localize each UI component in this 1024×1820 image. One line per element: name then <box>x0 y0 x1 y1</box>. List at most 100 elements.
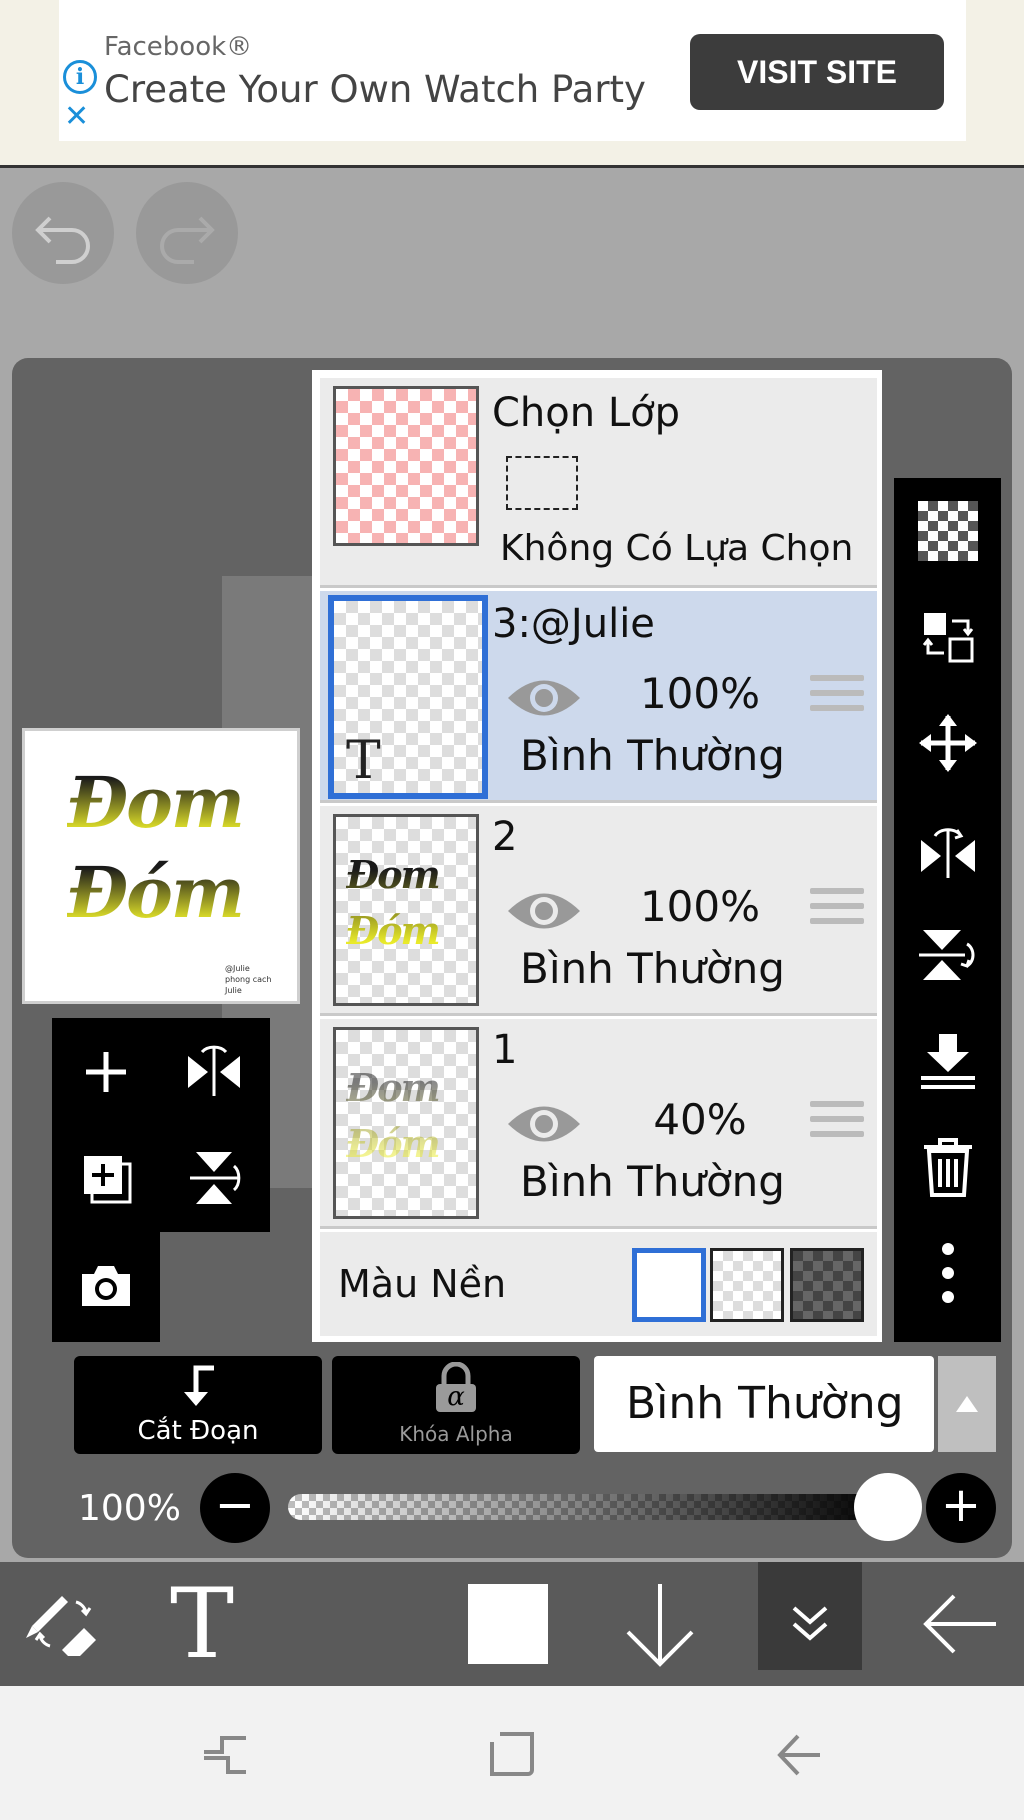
clipping-label: Cắt Đoạn <box>137 1416 259 1446</box>
color-swatch-button[interactable] <box>468 1584 548 1664</box>
clipping-button[interactable]: Cắt Đoạn <box>74 1356 322 1454</box>
flip-vertical-icon <box>190 1152 241 1204</box>
merge-down-button[interactable] <box>894 1008 1001 1114</box>
camera-icon <box>82 1266 130 1306</box>
layer-opacity: 100% <box>639 882 761 931</box>
arrow-down-icon <box>626 1584 694 1667</box>
flip-horizontal-button[interactable] <box>160 1018 268 1126</box>
layer-thumb: Đom Đóm <box>333 814 479 1006</box>
swap-layer-button[interactable] <box>894 584 1001 690</box>
layer-blend-mode: Bình Thường <box>520 731 785 780</box>
ad-info-icon[interactable]: i <box>63 60 97 94</box>
ad-title[interactable]: Create Your Own Watch Party <box>104 68 646 111</box>
ad-close-icon[interactable]: ✕ <box>64 100 89 134</box>
drag-handle-icon[interactable] <box>810 1101 864 1146</box>
layer-down-button[interactable] <box>622 1580 698 1668</box>
layer-thumb-art: Đom Đóm <box>346 1060 466 1172</box>
duplicate-layer-button[interactable] <box>52 1124 160 1232</box>
redo-button[interactable] <box>136 182 238 284</box>
add-layer-button[interactable] <box>52 1018 160 1126</box>
preview-caption: @Julie phong cach Julie <box>225 964 272 995</box>
back-button[interactable] <box>920 1592 1000 1656</box>
blend-mode-value: Bình Thường <box>626 1378 904 1429</box>
opacity-increase-button[interactable]: + <box>926 1473 996 1543</box>
brush-eraser-button[interactable] <box>18 1580 106 1668</box>
preview-art-line1: Đom <box>67 761 245 844</box>
arrow-left-icon <box>923 1594 996 1654</box>
layer-tools-left-lower <box>52 1232 160 1342</box>
layer-name: 3:@Julie <box>492 601 655 647</box>
layer-opacity: 40% <box>653 1095 747 1144</box>
selection-layer-row[interactable]: Chọn Lớp Không Có Lựa Chọn <box>320 378 877 588</box>
opacity-slider-knob[interactable] <box>854 1473 922 1541</box>
background-color-label: Màu Nền <box>338 1262 507 1306</box>
flip-vertical-right-button[interactable] <box>894 902 1001 1008</box>
recent-apps-icon <box>204 1736 246 1774</box>
canvas-preview[interactable]: Đom Đóm @Julie phong cach Julie <box>22 728 300 1004</box>
text-tool-button[interactable]: T <box>170 1562 234 1686</box>
duplicate-layer-icon <box>84 1156 132 1204</box>
flip-horizontal-icon <box>920 828 975 878</box>
flip-horizontal-right-button[interactable] <box>894 796 1001 902</box>
flip-horizontal-icon <box>188 1045 240 1096</box>
selection-status: Không Có Lựa Chọn <box>500 528 854 569</box>
layer-blend-mode: Bình Thường <box>520 944 785 993</box>
layer-thumb: Đom Đóm <box>333 1027 479 1219</box>
nav-back-icon <box>777 1734 820 1776</box>
redo-icon <box>160 216 215 264</box>
eye-icon[interactable] <box>506 886 582 936</box>
selection-layer-title: Chọn Lớp <box>492 390 680 436</box>
alpha-lock-button[interactable]: α Khóa Alpha <box>332 1356 580 1454</box>
brush-eraser-icon <box>26 1596 96 1656</box>
undo-button[interactable] <box>12 182 114 284</box>
bg-dark-swatch[interactable] <box>790 1248 864 1322</box>
undo-icon <box>35 216 90 264</box>
eye-icon[interactable] <box>506 1099 582 1149</box>
recent-apps-button[interactable] <box>200 1732 250 1778</box>
checkerboard-icon <box>917 501 978 561</box>
swap-icon <box>922 613 973 663</box>
transparency-button[interactable] <box>894 478 1001 584</box>
visit-site-button[interactable]: VISIT SITE <box>690 34 944 110</box>
main-toolbar: T <box>0 1562 1024 1686</box>
blend-mode-toggle[interactable] <box>938 1356 996 1452</box>
text-layer-icon: T <box>346 731 381 791</box>
layer-blend-mode: Bình Thường <box>520 1157 785 1206</box>
opacity-decrease-button[interactable]: − <box>200 1473 270 1543</box>
bg-transparent-swatch[interactable] <box>710 1248 784 1322</box>
bg-white-swatch[interactable] <box>632 1248 706 1322</box>
drag-handle-icon[interactable] <box>810 675 864 720</box>
eye-icon[interactable] <box>506 673 582 723</box>
more-vertical-icon <box>941 1243 954 1303</box>
layer-row[interactable]: Đom Đóm 1 40% Bình Thường <box>320 1019 877 1229</box>
nav-back-button[interactable] <box>774 1732 824 1778</box>
layer-tools-right <box>894 478 1001 1342</box>
ad-brand: Facebook® <box>104 32 253 62</box>
more-options-button[interactable] <box>894 1220 1001 1326</box>
layer-thumb: T <box>328 595 488 799</box>
triangle-up-icon <box>956 1396 978 1412</box>
layer-thumb-art: Đom Đóm <box>346 847 466 959</box>
delete-layer-button[interactable] <box>894 1114 1001 1220</box>
home-button[interactable] <box>488 1730 536 1778</box>
opacity-slider-track[interactable] <box>288 1494 888 1520</box>
move-layer-button[interactable] <box>894 690 1001 796</box>
layer-name: 2 <box>492 814 518 860</box>
home-square-icon <box>490 1732 534 1776</box>
layers-panel: Chọn Lớp Không Có Lựa Chọn T 3:@Julie 10… <box>312 370 882 1342</box>
layers-toggle-button[interactable] <box>758 1562 862 1670</box>
alpha-glyph: α <box>447 1382 465 1412</box>
blend-mode-select[interactable]: Bình Thường <box>594 1356 934 1452</box>
merge-down-icon <box>920 1034 975 1089</box>
layer-name: 1 <box>492 1027 518 1073</box>
selection-layer-thumb <box>333 386 479 546</box>
drag-handle-icon[interactable] <box>810 888 864 933</box>
ad-banner: i ✕ Facebook® Create Your Own Watch Part… <box>0 0 1024 168</box>
flip-vertical-button[interactable] <box>160 1124 268 1232</box>
move-icon <box>918 714 977 772</box>
layer-opacity: 100% <box>639 669 761 718</box>
clipping-icon <box>184 1365 214 1406</box>
layer-row[interactable]: Đom Đóm 2 100% Bình Thường <box>320 806 877 1016</box>
camera-layer-button[interactable] <box>52 1232 160 1340</box>
layer-row[interactable]: T 3:@Julie 100% Bình Thường <box>320 591 877 803</box>
